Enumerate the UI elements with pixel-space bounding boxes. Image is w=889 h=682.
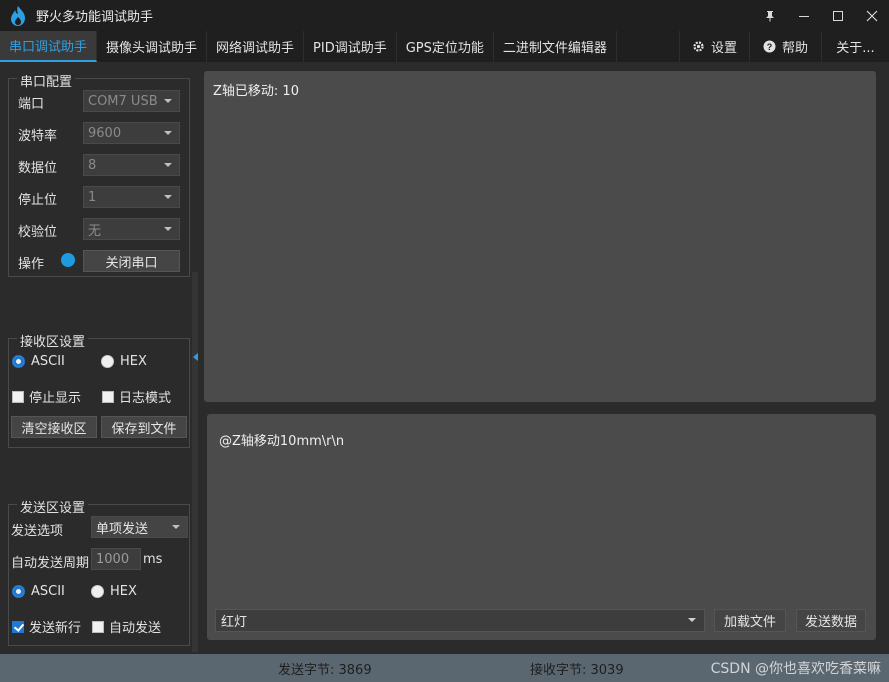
stop-display-label: 停止显示 <box>29 391 82 406</box>
send-data-button[interactable]: 发送数据 <box>796 609 866 632</box>
help-label: 帮助 <box>781 41 808 56</box>
chevron-down-icon <box>688 618 696 622</box>
help-button[interactable]: ? 帮助 <box>749 31 821 62</box>
stopbits-label: 停止位 <box>18 193 58 208</box>
title-bar: 野火多功能调试助手 <box>0 0 889 31</box>
send-preset-value: 红灯 <box>221 615 248 630</box>
send-hex-label: HEX <box>110 584 137 599</box>
log-mode-checkbox[interactable]: 日志模式 <box>102 387 171 406</box>
tab-camera[interactable]: 摄像头调试助手 <box>97 31 208 62</box>
send-option-select[interactable]: 单项发送 <box>91 516 188 538</box>
auto-period-input[interactable]: 1000 <box>91 548 141 570</box>
gear-icon <box>693 41 704 52</box>
send-option-value: 单项发送 <box>96 521 149 537</box>
chevron-down-icon <box>164 227 172 231</box>
settings-button[interactable]: 设置 <box>679 31 749 62</box>
checkbox-unchecked-icon <box>92 620 104 633</box>
baud-label: 波特率 <box>18 129 58 144</box>
auto-send-checkbox[interactable]: 自动发送 <box>92 617 161 636</box>
recv-ascii-label: ASCII <box>31 354 65 369</box>
port-status-indicator <box>61 253 75 267</box>
recv-ascii-radio[interactable]: ASCII <box>12 354 65 369</box>
settings-label: 设置 <box>710 41 737 56</box>
parity-select[interactable]: 无 <box>83 218 180 240</box>
radio-unchecked-icon <box>91 585 104 598</box>
recv-settings-title: 接收区设置 <box>17 331 89 350</box>
send-text: @Z轴移动10mm\r\n <box>219 434 345 449</box>
send-ascii-label: ASCII <box>31 584 65 599</box>
send-option-label: 发送选项 <box>11 524 64 539</box>
tab-gps[interactable]: GPS定位功能 <box>397 31 494 62</box>
watermark: CSDN @你也喜欢吃香菜嘛 <box>710 661 881 677</box>
window-title: 野火多功能调试助手 <box>36 10 154 25</box>
port-label: 端口 <box>18 97 45 112</box>
panel-splitter[interactable] <box>192 272 198 652</box>
send-settings-title: 发送区设置 <box>17 497 89 516</box>
left-panel: 串口配置 端口 COM7 USB 波特率 9600 数据位 8 停止位 1 校验… <box>0 62 200 654</box>
tab-binary-editor[interactable]: 二进制文件编辑器 <box>494 31 617 62</box>
checkbox-unchecked-icon <box>102 390 114 403</box>
svg-text:?: ? <box>767 42 773 52</box>
databits-label: 数据位 <box>18 161 58 176</box>
help-icon: ? <box>763 40 776 53</box>
operate-label: 操作 <box>18 257 45 272</box>
pin-icon[interactable] <box>753 0 787 31</box>
load-file-button[interactable]: 加载文件 <box>714 609 786 632</box>
send-newline-label: 发送新行 <box>29 621 82 636</box>
stopbits-value: 1 <box>88 189 97 205</box>
send-area[interactable]: @Z轴移动10mm\r\n 红灯 加载文件 发送数据 <box>207 414 876 640</box>
close-icon[interactable] <box>855 0 889 31</box>
send-newline-checkbox[interactable]: 发送新行 <box>12 617 81 636</box>
parity-value: 无 <box>88 223 102 239</box>
chevron-down-icon <box>172 525 180 529</box>
checkbox-checked-icon <box>12 620 24 633</box>
send-preset-select[interactable]: 红灯 <box>215 609 705 632</box>
databits-value: 8 <box>88 157 97 173</box>
radio-checked-icon <box>12 355 25 368</box>
checkbox-unchecked-icon <box>12 390 24 403</box>
about-button[interactable]: 关于... <box>821 31 889 62</box>
close-port-button[interactable]: 关闭串口 <box>83 250 180 272</box>
auto-period-label: 自动发送周期 <box>11 556 90 571</box>
minimize-icon[interactable] <box>787 0 821 31</box>
tab-pid[interactable]: PID调试助手 <box>304 31 397 62</box>
auto-send-label: 自动发送 <box>109 621 162 636</box>
receive-text: Z轴已移动: 10 <box>213 84 299 99</box>
parity-label: 校验位 <box>18 225 58 240</box>
radio-checked-icon <box>12 585 25 598</box>
tab-serial[interactable]: 串口调试助手 <box>0 31 98 62</box>
clear-receive-button[interactable]: 清空接收区 <box>11 416 97 438</box>
radio-unchecked-icon <box>101 355 114 368</box>
send-hex-radio[interactable]: HEX <box>91 584 137 599</box>
collapse-arrow-icon[interactable] <box>193 353 198 361</box>
recv-hex-radio[interactable]: HEX <box>101 354 147 369</box>
port-select[interactable]: COM7 USB <box>83 90 180 112</box>
databits-select[interactable]: 8 <box>83 154 180 176</box>
tab-bar: 串口调试助手 摄像头调试助手 网络调试助手 PID调试助手 GPS定位功能 二进… <box>0 31 889 62</box>
stopbits-select[interactable]: 1 <box>83 186 180 208</box>
recv-hex-label: HEX <box>120 354 147 369</box>
baud-value: 9600 <box>88 125 122 141</box>
save-to-file-button[interactable]: 保存到文件 <box>101 416 187 438</box>
send-ascii-radio[interactable]: ASCII <box>12 584 65 599</box>
maximize-icon[interactable] <box>821 0 855 31</box>
received-bytes: 接收字节: 3039 <box>530 662 624 678</box>
chevron-down-icon <box>164 99 172 103</box>
serial-config-title: 串口配置 <box>17 71 76 90</box>
flame-logo-icon <box>11 5 25 26</box>
chevron-down-icon <box>164 163 172 167</box>
sent-bytes: 发送字节: 3869 <box>278 662 372 678</box>
period-unit-label: ms <box>143 552 163 567</box>
receive-area[interactable]: Z轴已移动: 10 <box>204 71 876 402</box>
tab-network[interactable]: 网络调试助手 <box>207 31 305 62</box>
stop-display-checkbox[interactable]: 停止显示 <box>12 387 81 406</box>
baud-select[interactable]: 9600 <box>83 122 180 144</box>
chevron-down-icon <box>164 195 172 199</box>
chevron-down-icon <box>164 131 172 135</box>
port-value: COM7 USB <box>88 93 158 109</box>
log-mode-label: 日志模式 <box>119 391 172 406</box>
